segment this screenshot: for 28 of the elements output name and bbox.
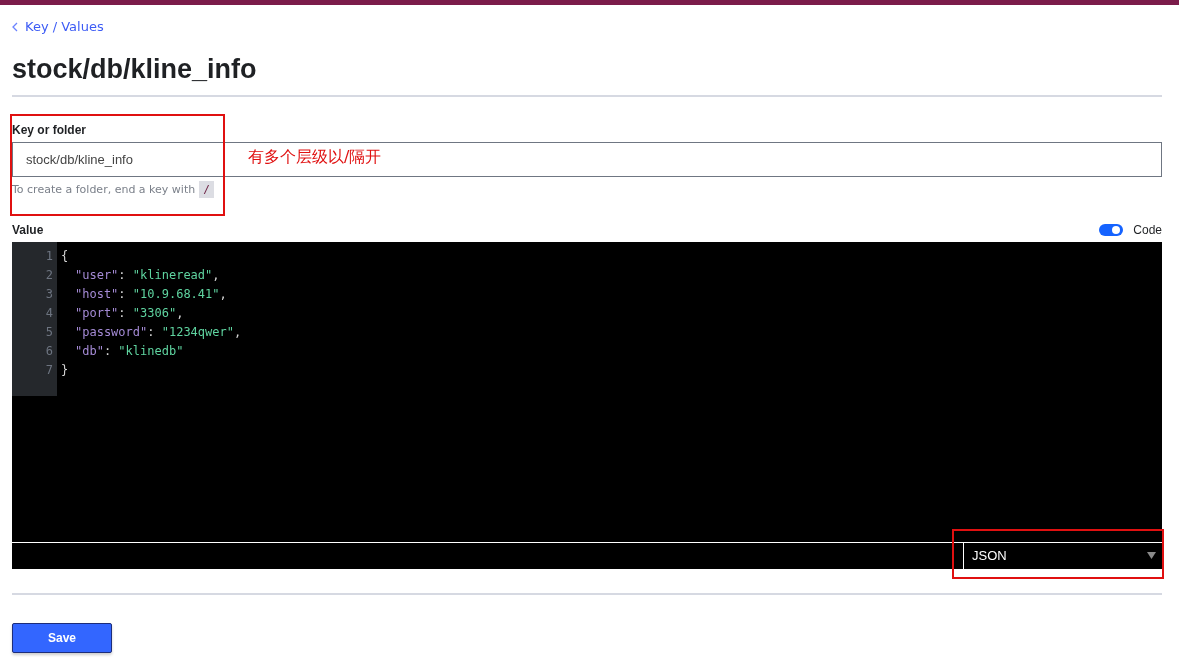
- page-title: stock/db/kline_info: [12, 52, 258, 86]
- code-line: "password": "1234qwer",: [74, 323, 242, 341]
- line-number: 7: [44, 361, 54, 379]
- line-number: 1: [44, 247, 54, 265]
- code-line: "host": "10.9.68.41",: [74, 285, 228, 303]
- field-label: Key or folder: [12, 122, 87, 137]
- code-line: }: [61, 361, 70, 379]
- breadcrumb-link[interactable]: Key / Values: [12, 19, 104, 34]
- field-label: Value: [12, 222, 44, 237]
- toggle-label: Code: [1133, 222, 1162, 237]
- line-number: 5: [44, 323, 54, 341]
- caret-icon: [1147, 552, 1156, 559]
- code-line: {: [61, 247, 70, 265]
- line-number: 3: [44, 285, 54, 303]
- chevron-left-icon: [12, 21, 18, 32]
- code-line: "db": "klinedb": [74, 342, 185, 360]
- line-number: 2: [44, 266, 54, 284]
- mode-select[interactable]: JSON: [963, 542, 1162, 569]
- code-line: "port": "3306",: [74, 304, 185, 322]
- line-number: 4: [44, 304, 54, 322]
- code-toggle[interactable]: [1099, 223, 1124, 236]
- line-number: 6: [44, 342, 54, 360]
- code-line: "user": "klineread",: [74, 266, 221, 284]
- save-button[interactable]: Save: [12, 622, 112, 653]
- annotation-text: 有多个层级以/隔开: [248, 146, 382, 168]
- code-editor[interactable]: 1 2 3 4 5 6 7 { "user": "klineread", "host": "10.9.68.41", "port": "3306", "password": "1234qwer", "db": "klinedb" }: [12, 241, 1162, 542]
- help-text: To create a folder, end a key with: [12, 182, 196, 196]
- slash-code: /: [199, 180, 214, 198]
